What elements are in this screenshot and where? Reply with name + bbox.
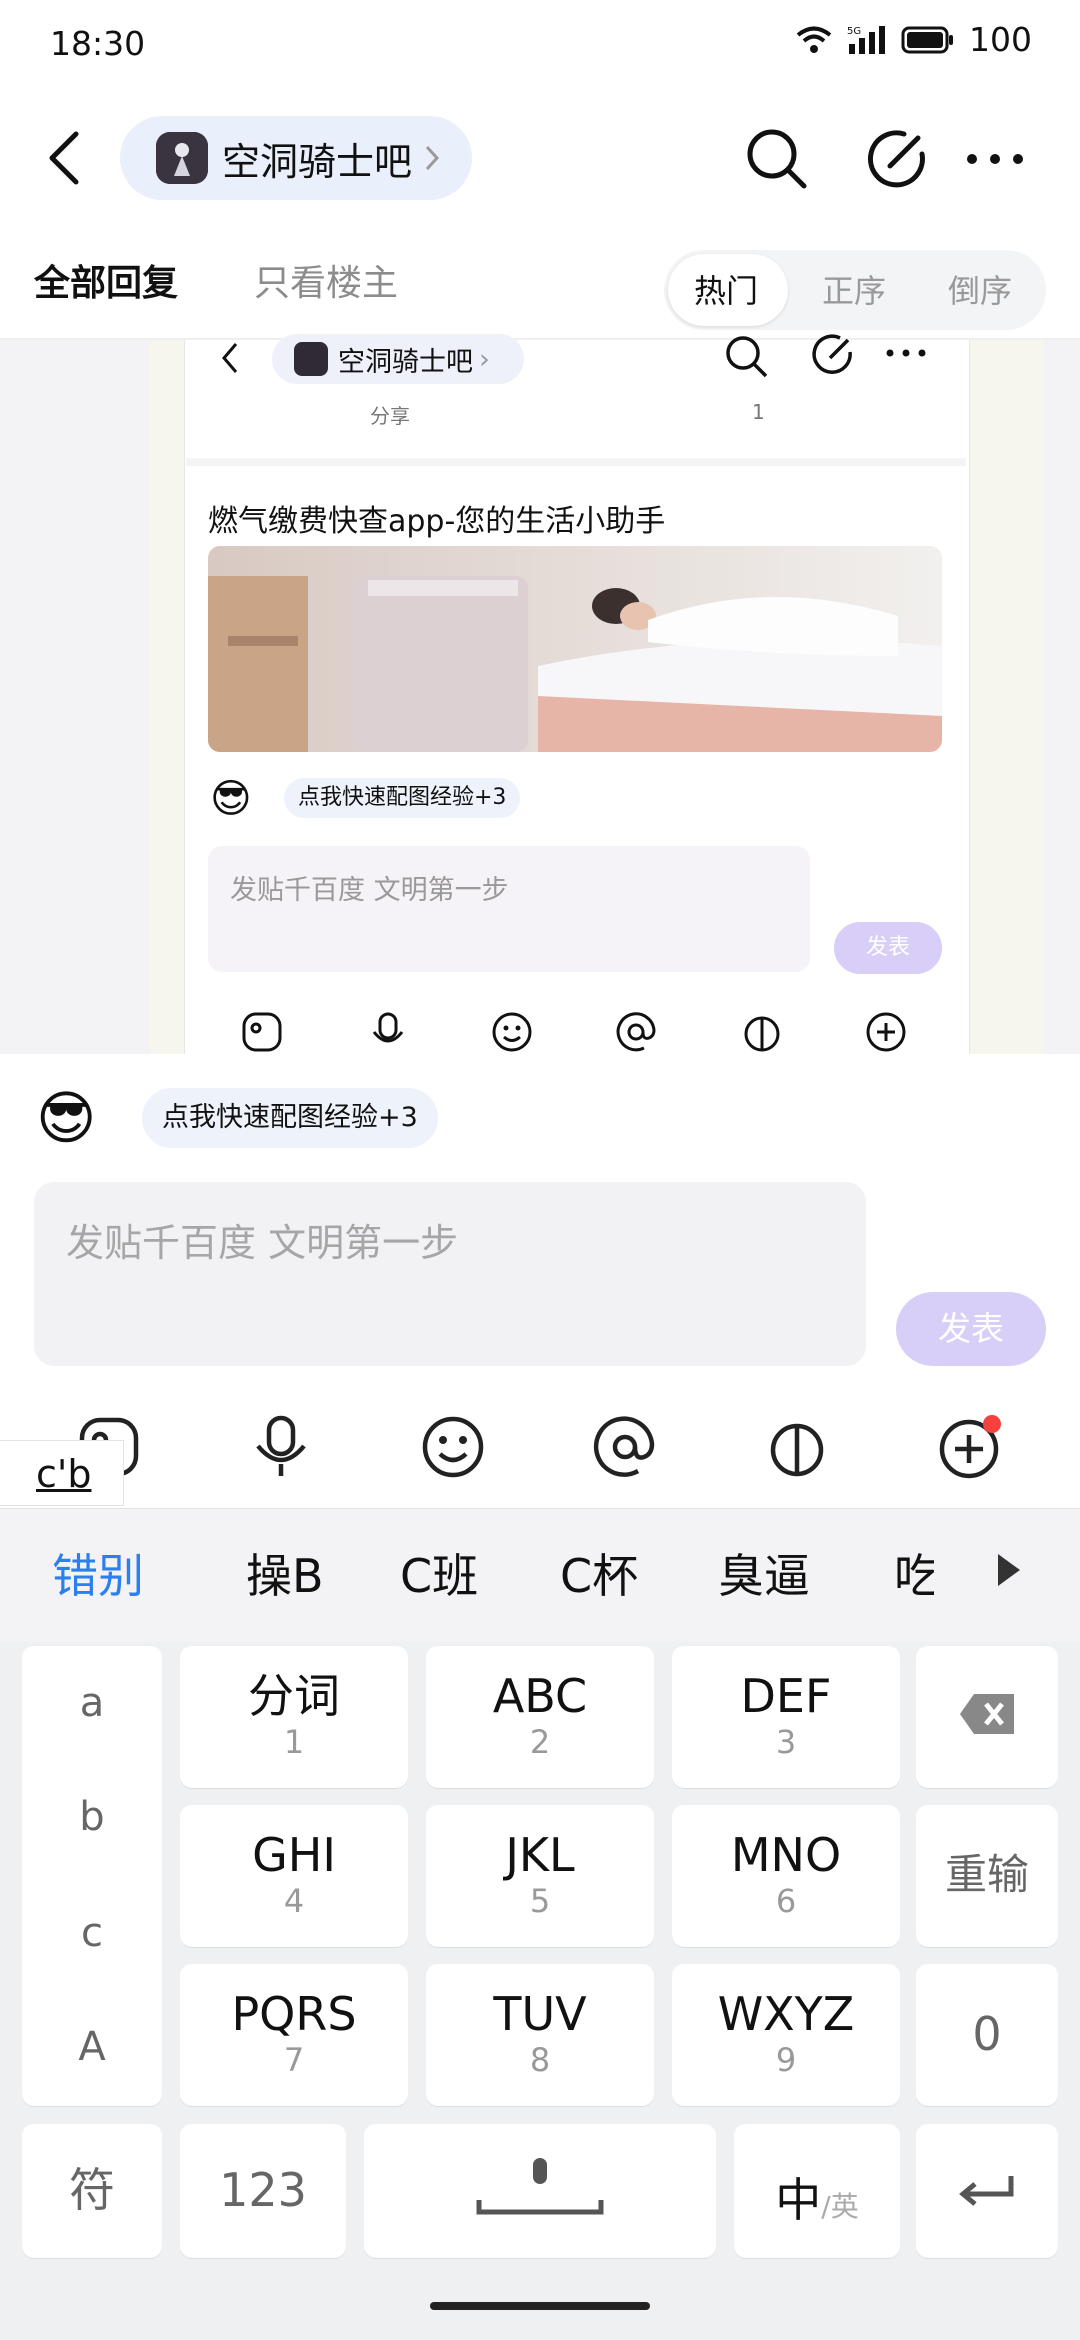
side-letter-a[interactable]: a — [22, 1680, 162, 1726]
candidate-expand-icon[interactable] — [994, 1550, 1024, 1590]
plus-circle-icon — [866, 1012, 906, 1052]
embedded-forum-name: 空洞骑士吧 — [338, 346, 473, 378]
side-letter-c[interactable]: c — [22, 1910, 162, 1956]
gift-icon — [744, 1016, 780, 1052]
emoji-icon[interactable] — [420, 1414, 486, 1480]
at-icon — [616, 1012, 656, 1052]
tab-op-only[interactable]: 只看楼主 — [254, 254, 398, 306]
embedded-input — [208, 846, 810, 972]
embedded-forum-pill: 空洞骑士吧 › — [272, 334, 524, 384]
backspace-icon — [960, 1694, 1014, 1734]
forum-avatar — [156, 132, 208, 184]
embedded-send-button: 发表 — [834, 922, 942, 974]
home-indicator[interactable] — [430, 2302, 650, 2310]
side-letter-capital-a[interactable]: A — [22, 2024, 162, 2070]
sticker-icon — [242, 1012, 282, 1052]
signal-icon: 5G — [847, 25, 885, 54]
lang-alt: 英 — [830, 2190, 859, 2223]
key-3[interactable]: DEF 3 — [672, 1646, 900, 1788]
candidate-3[interactable]: C班 — [400, 1540, 478, 1606]
pinyin-text: c'b — [36, 1452, 92, 1496]
embedded-divider — [186, 458, 966, 466]
gift-icon[interactable] — [764, 1414, 830, 1480]
candidate-1[interactable]: 错别 — [52, 1540, 144, 1606]
embedded-share-label: 分享 — [370, 404, 410, 428]
embedded-hint-bubble: 点我快速配图经验+3 — [284, 778, 521, 818]
microphone-icon[interactable] — [248, 1414, 314, 1480]
emoji-icon — [492, 1012, 532, 1052]
key-7[interactable]: PQRS 7 — [180, 1964, 408, 2106]
reply-input-placeholder: 发贴千百度 文明第一步 — [66, 1221, 459, 1265]
battery-icon — [901, 26, 953, 53]
battery-level: 100 — [969, 20, 1032, 59]
key-2[interactable]: ABC 2 — [426, 1646, 654, 1788]
embedded-share-count: 1 — [752, 400, 765, 424]
side-letter-b[interactable]: b — [22, 1794, 162, 1840]
backspace-key[interactable] — [916, 1646, 1058, 1788]
forum-avatar — [294, 342, 328, 376]
key-4[interactable]: GHI 4 — [180, 1805, 408, 1947]
key-8[interactable]: TUV 8 — [426, 1964, 654, 2106]
key-9[interactable]: WXYZ 9 — [672, 1964, 900, 2106]
tab-all-replies[interactable]: 全部回复 — [34, 254, 178, 306]
language-switch-key[interactable]: 中/英 — [734, 2124, 900, 2258]
key-5[interactable]: JKL 5 — [426, 1805, 654, 1947]
symbol-key[interactable]: 符 — [22, 2124, 162, 2258]
edit-icon[interactable] — [862, 124, 932, 194]
microphone-icon — [372, 1012, 404, 1043]
lang-main: 中 — [775, 2173, 822, 2227]
edit-icon — [812, 334, 852, 374]
chevron-right-icon — [425, 145, 440, 171]
microphone-icon — [476, 2158, 604, 2215]
space-key[interactable] — [364, 2124, 716, 2258]
sort-asc[interactable]: 正序 — [822, 266, 886, 312]
sort-hot[interactable]: 热门 — [694, 266, 758, 312]
svg-text:5G: 5G — [847, 26, 861, 37]
candidate-5[interactable]: 臭逼 — [718, 1540, 810, 1606]
embedded-ad-title: 燃气缴费快查app-您的生活小助手 — [208, 504, 666, 539]
wifi-icon — [796, 26, 832, 53]
candidate-2[interactable]: 操B — [246, 1540, 324, 1606]
search-icon[interactable] — [742, 124, 812, 194]
send-button[interactable]: 发表 — [896, 1292, 1046, 1366]
back-icon — [222, 343, 238, 373]
back-icon[interactable] — [44, 128, 84, 188]
embedded-input-placeholder: 发贴千百度 文明第一步 — [230, 875, 509, 906]
status-icons: 5G 100 — [795, 20, 1032, 59]
more-icon[interactable] — [962, 124, 1032, 194]
forum-name: 空洞骑士吧 — [222, 139, 413, 184]
key-6[interactable]: MNO 6 — [672, 1805, 900, 1947]
quick-image-hint[interactable]: 点我快速配图经验+3 — [142, 1088, 438, 1148]
plus-circle-icon[interactable] — [936, 1414, 1002, 1480]
at-icon[interactable] — [592, 1414, 658, 1480]
enter-key[interactable] — [916, 2124, 1058, 2258]
pinyin-composition: c'b — [0, 1440, 124, 1506]
candidate-4[interactable]: C杯 — [560, 1540, 638, 1606]
sunglasses-emoji-icon[interactable]: 😎 — [36, 1084, 96, 1152]
number-key[interactable]: 123 — [180, 2124, 346, 2258]
chevron-right-icon: › — [479, 343, 490, 375]
key-1[interactable]: 分词 1 — [180, 1646, 408, 1788]
reply-input[interactable] — [34, 1182, 866, 1366]
forum-pill[interactable]: 空洞骑士吧 — [120, 116, 472, 200]
embedded-ad-photo — [208, 546, 942, 752]
sort-desc[interactable]: 倒序 — [948, 266, 1012, 312]
reenter-key[interactable]: 重输 — [916, 1805, 1058, 1947]
candidate-6[interactable]: 吃 — [894, 1540, 934, 1606]
zero-key[interactable]: 0 — [916, 1964, 1058, 2106]
status-time: 18:30 — [50, 24, 146, 63]
enter-icon — [959, 2176, 1014, 2206]
search-icon — [726, 336, 768, 378]
lang-sep: / — [821, 2190, 831, 2223]
sunglasses-emoji-icon: 😎 — [210, 776, 252, 822]
more-icon — [886, 349, 926, 357]
